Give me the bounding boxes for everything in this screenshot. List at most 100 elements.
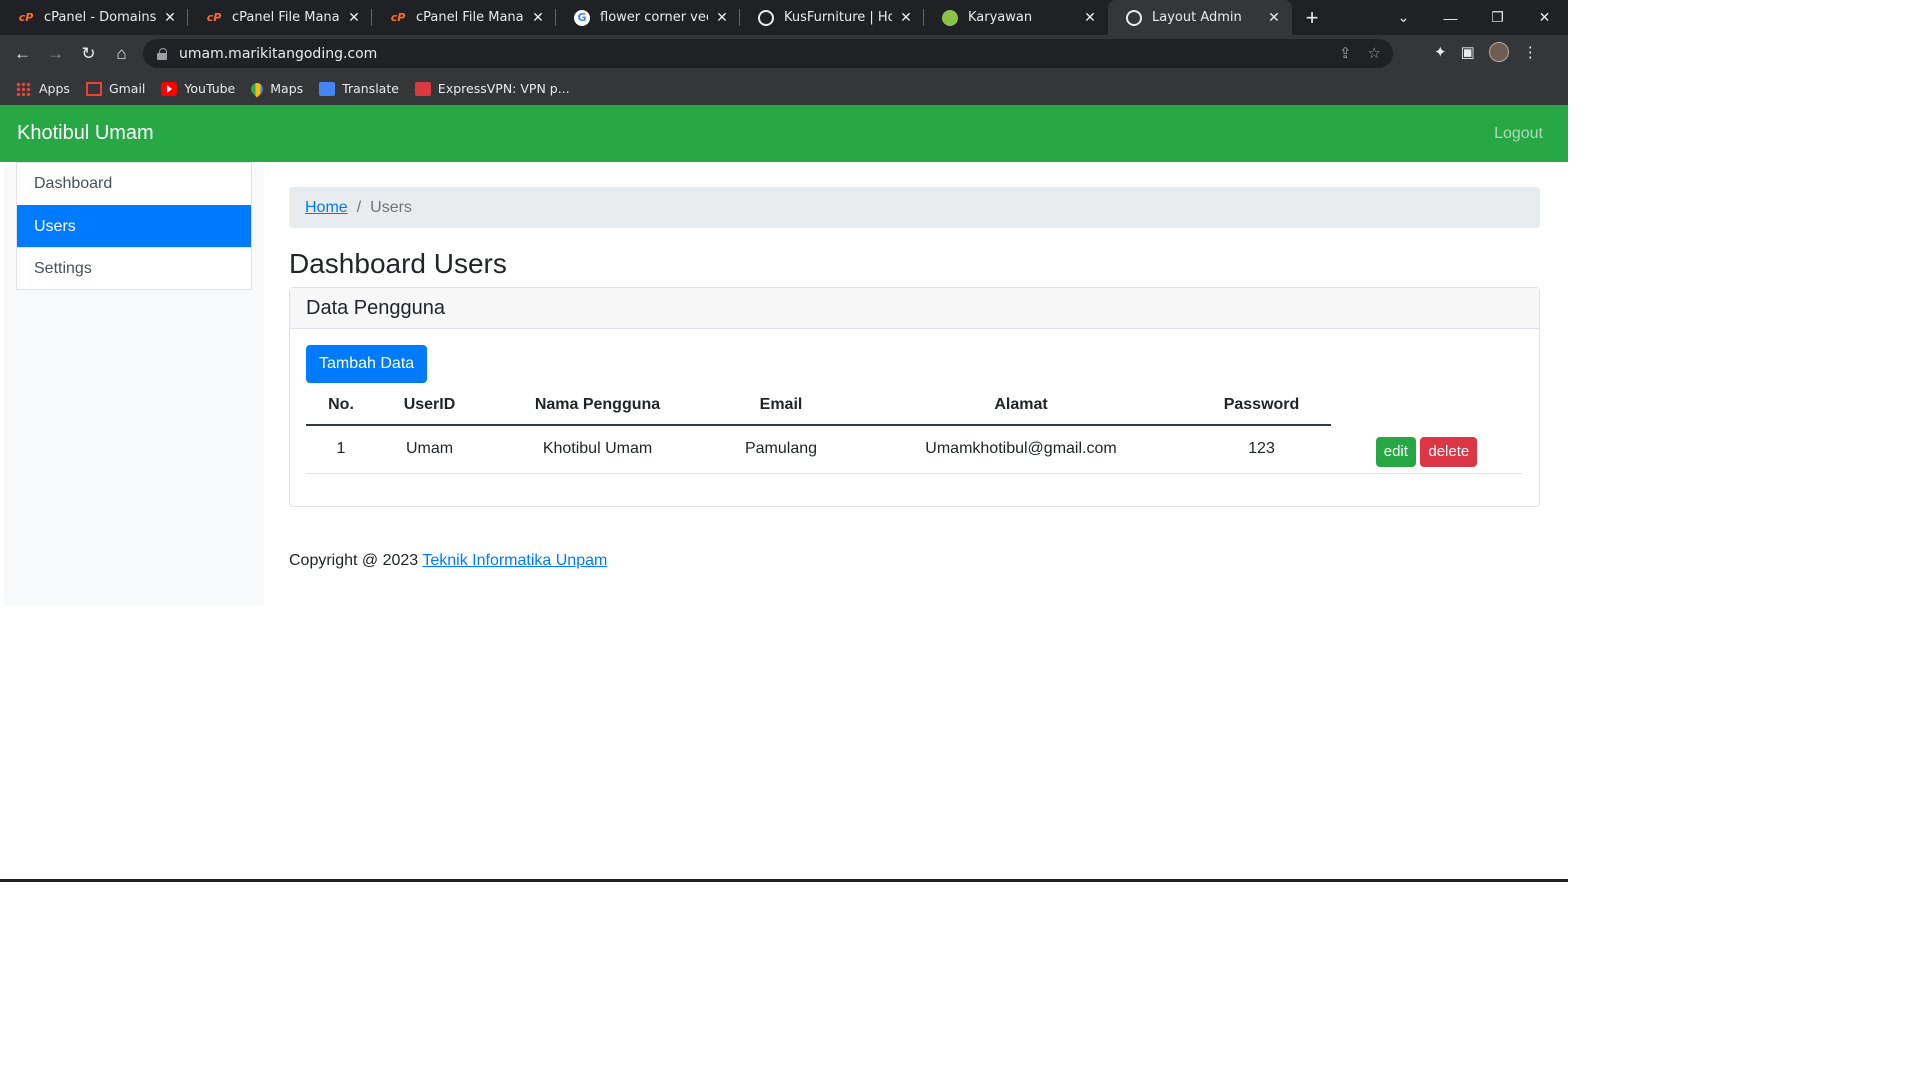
browser-tab[interactable]: cP cPanel File Manager v ✕ bbox=[372, 0, 556, 35]
gmail-icon bbox=[85, 81, 102, 96]
cell-nama: Khotibul Umam bbox=[483, 425, 712, 474]
window-controls: ⌄ — ❐ ✕ bbox=[1380, 0, 1568, 35]
browser-tab-active[interactable]: Layout Admin ✕ bbox=[1108, 0, 1292, 35]
logout-link[interactable]: Logout bbox=[1494, 125, 1543, 143]
bookmark-apps[interactable]: Apps bbox=[16, 81, 70, 96]
column-header: Password bbox=[1192, 385, 1331, 426]
tab-search-icon[interactable]: ⌄ bbox=[1380, 9, 1427, 26]
column-header: UserID bbox=[376, 385, 483, 426]
sidebar-item-settings[interactable]: Settings bbox=[17, 247, 251, 289]
column-header: Alamat bbox=[850, 385, 1192, 426]
close-icon[interactable]: ✕ bbox=[530, 10, 546, 26]
globe-icon bbox=[758, 9, 774, 26]
column-header: No. bbox=[306, 385, 376, 426]
cell-password: 123 bbox=[1192, 425, 1331, 474]
close-window-icon[interactable]: ✕ bbox=[1521, 9, 1568, 26]
bookmark-label: YouTube bbox=[184, 81, 236, 96]
sidebar-item-dashboard[interactable]: Dashboard bbox=[17, 163, 251, 205]
karyawan-icon bbox=[942, 9, 958, 26]
bookmark-label: Gmail bbox=[108, 81, 146, 96]
edit-button[interactable]: edit bbox=[1375, 436, 1416, 467]
page-title: Dashboard Users bbox=[289, 248, 507, 279]
reload-icon[interactable]: ↻ bbox=[72, 44, 105, 64]
translate-icon bbox=[319, 81, 336, 96]
column-header-actions bbox=[1331, 385, 1522, 425]
globe-icon bbox=[1126, 9, 1142, 26]
browser-tab[interactable]: KusFurniture | Homep ✕ bbox=[740, 0, 924, 35]
column-header: Nama Pengguna bbox=[483, 385, 712, 426]
bookmark-expressvpn[interactable]: ExpressVPN: VPN p... bbox=[414, 81, 570, 96]
google-icon: G bbox=[574, 9, 590, 26]
side-panel-icon[interactable]: ▣ bbox=[1461, 43, 1475, 61]
breadcrumb-divider: / bbox=[356, 198, 362, 216]
taskbar-edge bbox=[0, 879, 1568, 882]
bookmark-label: Maps bbox=[270, 81, 304, 96]
back-icon[interactable]: ← bbox=[6, 44, 39, 64]
bookmark-label: Apps bbox=[39, 81, 70, 96]
browser-tab[interactable]: cP cPanel - Domains ✕ bbox=[0, 0, 188, 35]
main-content: Home / Users Dashboard Users Data Penggu… bbox=[289, 162, 1540, 570]
cell-actions: edit delete bbox=[1331, 425, 1522, 474]
bookmark-label: ExpressVPN: VPN p... bbox=[437, 81, 570, 96]
cell-email: Pamulang bbox=[712, 425, 850, 474]
lock-icon[interactable] bbox=[157, 47, 167, 60]
navbar-brand[interactable]: Khotibul Umam bbox=[17, 122, 154, 145]
bookmark-star-icon[interactable]: ☆ bbox=[1368, 44, 1381, 62]
close-icon[interactable]: ✕ bbox=[1266, 10, 1282, 26]
bookmark-label: Translate bbox=[342, 81, 399, 96]
card-header: Data Pengguna bbox=[290, 288, 1539, 329]
browser-tab[interactable]: G flower corner vector - ✕ bbox=[556, 0, 740, 35]
column-header: Email bbox=[712, 385, 850, 426]
cpanel-icon: cP bbox=[206, 11, 222, 24]
table-header-row: No. UserID Nama Pengguna Email Alamat Pa… bbox=[306, 385, 1522, 426]
footer-copyright: Copyright @ 2023 bbox=[289, 552, 419, 569]
tab-title: Karyawan bbox=[968, 10, 1033, 25]
close-icon[interactable]: ✕ bbox=[714, 10, 730, 26]
bookmark-maps[interactable]: Maps bbox=[248, 80, 304, 97]
url-text[interactable]: umam.marikitangoding.com bbox=[179, 46, 377, 62]
close-icon[interactable]: ✕ bbox=[1082, 10, 1098, 26]
cpanel-icon: cP bbox=[390, 11, 406, 24]
add-data-button[interactable]: Tambah Data bbox=[306, 345, 428, 383]
share-icon[interactable]: ⇪ bbox=[1339, 44, 1352, 62]
browser-tab[interactable]: Karyawan ✕ bbox=[924, 0, 1108, 35]
data-card: Data Pengguna Tambah Data No. UserID Nam… bbox=[289, 287, 1540, 507]
bookmark-youtube[interactable]: YouTube bbox=[161, 81, 235, 96]
tab-title: cPanel File Manager v bbox=[232, 10, 340, 25]
browser-tab[interactable]: cP cPanel File Manager v ✕ bbox=[188, 0, 372, 35]
sidebar-item-users[interactable]: Users bbox=[17, 205, 251, 247]
table-row: 1 Umam Khotibul Umam Pamulang Umamkhotib… bbox=[306, 425, 1522, 474]
home-icon[interactable]: ⌂ bbox=[105, 44, 138, 64]
minimize-icon[interactable]: — bbox=[1427, 10, 1474, 26]
close-icon[interactable]: ✕ bbox=[162, 10, 178, 26]
browser-toolbar: ← → ↻ ⌂ umam.marikitangoding.com ⇪ ☆ ✦ ▣… bbox=[0, 35, 1568, 72]
bookmark-gmail[interactable]: Gmail bbox=[85, 81, 146, 96]
bookmark-translate[interactable]: Translate bbox=[319, 81, 399, 96]
profile-avatar[interactable] bbox=[1488, 42, 1509, 62]
forward-icon[interactable]: → bbox=[39, 44, 72, 64]
card-body: Tambah Data No. UserID Nama Pengguna Ema… bbox=[290, 329, 1539, 490]
close-icon[interactable]: ✕ bbox=[346, 10, 362, 26]
footer-link[interactable]: Teknik Informatika Unpam bbox=[422, 552, 607, 569]
maps-icon bbox=[248, 80, 266, 97]
tab-title: cPanel File Manager v bbox=[416, 10, 524, 25]
new-tab-button[interactable]: + bbox=[1292, 0, 1332, 35]
cpanel-icon: cP bbox=[18, 11, 34, 24]
restore-icon[interactable]: ❐ bbox=[1474, 9, 1521, 26]
sidebar-menu: Dashboard Users Settings bbox=[16, 162, 252, 290]
tab-title: KusFurniture | Homep bbox=[784, 10, 892, 25]
tab-title: Layout Admin bbox=[1152, 10, 1242, 25]
apps-grid-icon bbox=[16, 81, 32, 96]
delete-button[interactable]: delete bbox=[1420, 436, 1478, 467]
close-icon[interactable]: ✕ bbox=[898, 10, 914, 26]
breadcrumb-home-link[interactable]: Home bbox=[305, 199, 348, 217]
cell-no: 1 bbox=[306, 425, 376, 474]
youtube-icon bbox=[161, 81, 178, 96]
address-bar[interactable]: umam.marikitangoding.com ⇪ ☆ bbox=[143, 39, 1393, 68]
browser-tab-strip: cP cPanel - Domains ✕ cP cPanel File Man… bbox=[0, 0, 1568, 35]
page-viewport: Khotibul Umam Logout Dashboard Users Set… bbox=[0, 105, 1568, 882]
menu-icon[interactable]: ⋮ bbox=[1523, 43, 1538, 61]
expressvpn-icon bbox=[414, 81, 431, 96]
extensions-icon[interactable]: ✦ bbox=[1434, 43, 1447, 61]
tab-title: flower corner vector - bbox=[600, 10, 708, 25]
